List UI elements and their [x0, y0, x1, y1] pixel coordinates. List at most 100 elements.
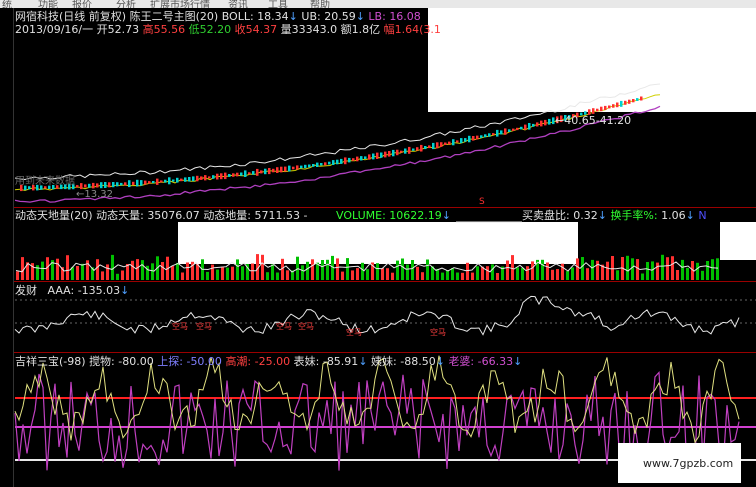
- fashe-marker: 空马: [196, 322, 212, 331]
- volume-bar: [206, 271, 209, 280]
- turnover-label: 换手率%:: [610, 209, 658, 222]
- candle: [460, 138, 463, 144]
- volume-bar: [586, 268, 589, 280]
- ohlc-line: 2013/09/16/一 开52.73 高55.56 低52.20 收54.37…: [15, 23, 441, 36]
- volume-bar: [116, 273, 119, 280]
- candle: [136, 179, 139, 187]
- volume-bar: [676, 270, 679, 280]
- ub-value: 20.59: [324, 10, 356, 23]
- arrow-left-icon: ←: [555, 114, 565, 127]
- candle: [332, 160, 335, 165]
- candle: [456, 140, 459, 143]
- volume-panel-title[interactable]: 动态天地量(20): [15, 209, 93, 222]
- volume-bar: [566, 271, 569, 280]
- candle: [224, 172, 227, 180]
- watermark-box: www.7gpzb.com: [618, 443, 741, 483]
- volume-bar: [211, 264, 214, 280]
- volume-bar: [541, 259, 544, 280]
- volume-bar: [506, 260, 509, 280]
- candle: [300, 165, 303, 169]
- volume-bar: [356, 268, 359, 280]
- candle: [172, 179, 175, 182]
- volume-bar: [366, 269, 369, 280]
- volume-bar: [271, 264, 274, 280]
- fashe-marker: 空马: [276, 322, 292, 331]
- candle: [232, 173, 235, 177]
- volume-bar: [266, 272, 269, 280]
- candle: [420, 144, 423, 152]
- price-annotation: ←40.65-41.20: [555, 114, 631, 127]
- candle: [184, 177, 187, 182]
- low-label: 低: [188, 23, 200, 36]
- volume-bar: [171, 266, 174, 280]
- arrow-down-icon: ↓: [355, 10, 365, 23]
- fashe-marker: 空马: [346, 328, 362, 337]
- volume-bar: [176, 262, 179, 280]
- volume-bar: [556, 269, 559, 280]
- high-label: 高: [142, 23, 154, 36]
- item4-value: -85.91: [322, 355, 359, 368]
- candle: [528, 123, 531, 130]
- jixiang-title[interactable]: 吉祥三宝(-98): [15, 355, 86, 368]
- volume-bar: [391, 272, 394, 280]
- candle: [436, 142, 439, 149]
- candle: [192, 176, 195, 182]
- volume-bar: [111, 254, 114, 280]
- n-badge: N: [698, 209, 707, 222]
- volume-bar: [636, 259, 639, 280]
- volume-label: 量: [280, 23, 292, 36]
- volume-bar: [126, 264, 129, 280]
- item3-value: -25.00: [254, 355, 291, 368]
- arrow-down-icon: ↓: [685, 209, 695, 222]
- close-label: 收: [234, 23, 246, 36]
- volume-bar: [251, 263, 254, 280]
- volume-bar: [226, 267, 229, 280]
- buy-sell-ratio-label: 买卖盘比:: [522, 209, 570, 222]
- volume-bar: [296, 256, 299, 280]
- candle: [336, 159, 339, 165]
- boll-mid-line: [14, 94, 661, 192]
- candle: [176, 177, 179, 183]
- volume-bar: [421, 272, 424, 280]
- volume-bar: [341, 271, 344, 280]
- volume-bar: [301, 265, 304, 280]
- volume-bar: [321, 260, 324, 280]
- volume-bar: [406, 264, 409, 280]
- candle: [352, 158, 355, 161]
- arrow-down-icon: ↓: [358, 355, 368, 368]
- main-indicator[interactable]: 陈王二号主图(20): [130, 10, 219, 23]
- volume-bar: [461, 272, 464, 280]
- candle: [304, 164, 307, 169]
- volume-bar: [401, 258, 404, 280]
- candle: [264, 168, 267, 175]
- jixiang-info-line: 吉祥三宝(-98) 搅物: -80.00 上探: -50.00 高潮: -25.…: [15, 355, 522, 368]
- candle: [160, 180, 163, 183]
- sky-volume-label: 动态天量:: [96, 209, 144, 222]
- fashe-title[interactable]: 发财: [15, 284, 37, 297]
- volume-bar: [701, 270, 704, 280]
- volume-bar: [471, 272, 474, 280]
- item2-label: 上探:: [157, 355, 183, 368]
- volume-bar: [351, 270, 354, 280]
- volume-bar: [21, 257, 24, 280]
- volume-bar: [326, 259, 329, 280]
- volume-bar: [161, 262, 164, 280]
- chart-canvas: [14, 83, 756, 471]
- candle: [476, 135, 479, 140]
- candle: [348, 157, 351, 163]
- candle: [416, 147, 419, 151]
- volume-bar: [41, 261, 44, 280]
- volume-bar: [361, 262, 364, 280]
- volume-bar: [526, 266, 529, 280]
- item6-label: 老婆:: [448, 355, 475, 368]
- volume-bar: [261, 254, 264, 280]
- candle: [292, 166, 295, 170]
- candle: [384, 151, 387, 158]
- volume-bar: [141, 260, 144, 280]
- candle: [96, 183, 99, 188]
- stock-title[interactable]: 网宿科技(日线 前复权): [15, 10, 126, 23]
- low-marker: ←13.32: [76, 188, 113, 201]
- volume-bar: [516, 267, 519, 280]
- volume-bar: [381, 268, 384, 280]
- arrow-down-icon: ↓: [288, 10, 298, 23]
